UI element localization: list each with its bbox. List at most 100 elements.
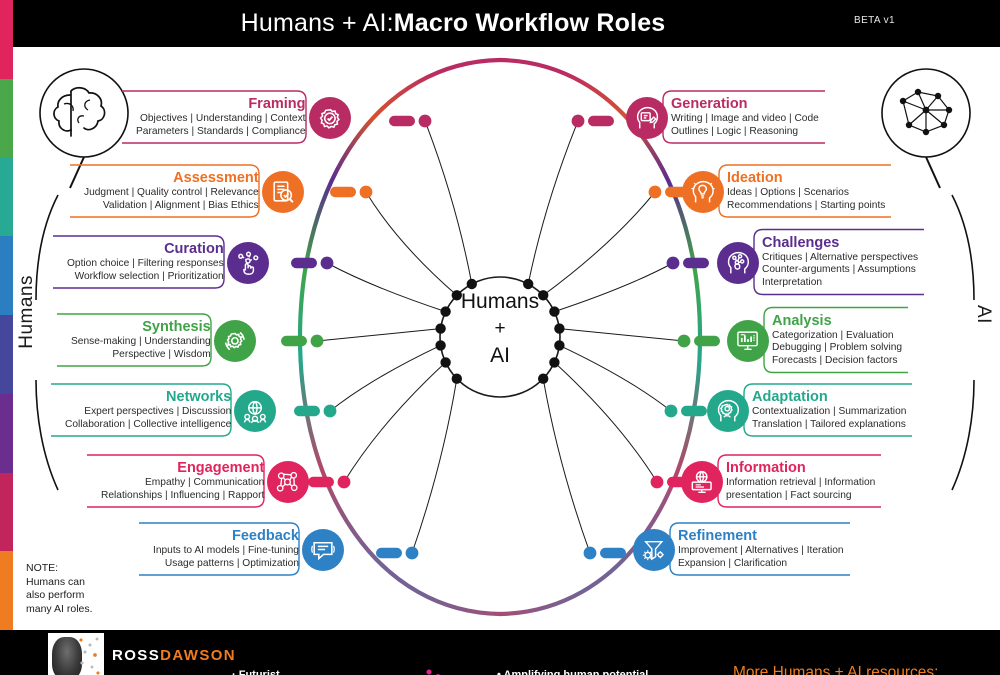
ai-role-generation-badge[interactable]: [626, 97, 668, 139]
human-role-assessment-name: Assessment: [173, 170, 259, 186]
ai-role-refinement-desc-1: Improvement | Alternatives | Iteration: [678, 545, 844, 556]
color-strip-segment-6: [0, 393, 13, 473]
connector-ai-2-bar: [683, 257, 709, 269]
ai-role-generation-desc-2: Outlines | Logic | Reasoning: [671, 125, 799, 137]
head-branch-icon: [727, 251, 750, 274]
ai-role-adaptation-name: Adaptation: [752, 389, 828, 405]
connector-ai-6-dot: [583, 546, 597, 560]
human-role-framing-desc-1: Objectives | Understanding | Context: [139, 113, 306, 124]
human-role-networks-badge[interactable]: [234, 390, 276, 432]
connector-human-4-dot: [323, 404, 337, 418]
ai-role-generation-desc-1: Writing | Image and video | Code: [671, 113, 819, 124]
connector-ai-3-dot: [677, 334, 691, 348]
ai-role-information-text: Information Information retrieval | Infor…: [726, 460, 875, 502]
human-role-engagement-name: Engagement: [177, 460, 265, 476]
human-role-feedback-badge[interactable]: [302, 529, 344, 571]
human-role-synthesis-name: Synthesis: [142, 319, 211, 335]
footer-bar: ROSSDAWSON · Futurist · Keynote speaker …: [0, 630, 1000, 675]
ai-role-ideation-desc-1: Ideas | Options | Scenarios: [727, 187, 849, 198]
ai-role-adaptation-text: Adaptation Contextualization | Summarizat…: [752, 389, 906, 431]
ai-role-generation-name: Generation: [671, 96, 748, 112]
connector-ai-3-bar: [694, 335, 720, 347]
ai-role-information-desc-1: Information retrieval | Information: [726, 477, 876, 488]
human-role-synthesis-desc-1: Sense-making | Understanding: [71, 336, 211, 347]
ai-role-ideation-name: Ideation: [727, 170, 783, 186]
color-strip-segment-1: [0, 0, 13, 79]
spoke: [527, 120, 579, 285]
human-role-curation-text: Curation Option choice | Filtering respon…: [67, 241, 224, 283]
ai-role-adaptation-badge[interactable]: [707, 390, 749, 432]
ai-role-analysis-name: Analysis: [772, 312, 832, 329]
spoke: [559, 328, 685, 342]
human-role-feedback-desc-2: Usage patterns | Optimization: [164, 557, 299, 569]
bracket-ai-bottom: [951, 379, 975, 491]
connector-human-0-dot: [418, 114, 432, 128]
page-title: Humans + AI: Macro Workflow Roles: [13, 0, 893, 47]
ai-role-information-badge[interactable]: [681, 461, 723, 503]
ai-role-refinement-text: Refinement Improvement | Alternatives | I…: [678, 528, 844, 570]
connector-human-3-bar: [281, 335, 307, 347]
human-role-framing-desc-2: Parameters | Standards | Compliance: [136, 125, 306, 137]
connected-people-icon: [276, 471, 298, 492]
human-role-feedback-name: Feedback: [232, 528, 299, 544]
color-strip-segment-7: [0, 472, 13, 552]
human-role-engagement-desc-1: Empathy | Communication: [145, 477, 265, 488]
ai-role-challenges-desc-2: Counter-arguments | Assumptions: [762, 264, 916, 276]
funnel-gear-icon: [642, 540, 664, 561]
connector-ai-4-bar: [681, 405, 707, 417]
connector-ai-6-bar: [600, 547, 626, 559]
connector-human-1-dot: [359, 185, 373, 199]
human-role-synthesis-desc-2: Perspective | Wisdom: [112, 348, 211, 360]
ai-network-icon: [881, 68, 971, 189]
connector-human-1-bar: [330, 186, 356, 198]
ai-role-adaptation-desc-1: Contextualization | Summarization: [752, 406, 907, 417]
footer-bullets-left: · Futurist · Keynote speaker · Strategy …: [232, 668, 327, 675]
note-line-2: Humans can: [26, 575, 85, 588]
head-gear-icon: [717, 399, 740, 422]
side-label-ai: AI: [973, 305, 994, 324]
center-line-3: AI: [490, 344, 510, 367]
spoke: [365, 191, 458, 296]
human-role-framing-name: Framing: [248, 96, 306, 112]
speech-document-icon: [311, 541, 335, 561]
ai-role-refinement-desc-2: Expansion | Clarification: [678, 557, 788, 569]
spoke: [329, 344, 441, 412]
human-role-feedback-desc-1: Inputs to AI models | Fine-tuning: [153, 545, 299, 556]
ai-role-analysis-desc-2: Debugging | Problem solving: [772, 342, 903, 354]
human-role-engagement-text: Engagement Empathy | Communication Relatio…: [101, 460, 264, 502]
human-role-assessment-badge[interactable]: [262, 171, 304, 213]
human-role-engagement-badge[interactable]: [267, 461, 309, 503]
ai-role-analysis-text: Analysis Categorization | Evaluation Debug…: [772, 313, 902, 368]
center-line-1: Humans: [460, 290, 540, 313]
ai-role-adaptation-desc-2: Translation | Tailored explanations: [752, 418, 906, 430]
title-light: Humans + AI:: [240, 9, 394, 37]
ai-role-refinement-badge[interactable]: [633, 529, 675, 571]
color-strip-segment-3: [0, 157, 13, 237]
human-role-curation-badge[interactable]: [227, 242, 269, 284]
human-role-networks-text: Networks Expert perspectives | Discussion…: [65, 389, 231, 431]
spoke: [343, 362, 446, 483]
brand-dawson: DAWSON: [160, 647, 237, 664]
spoke: [411, 378, 458, 554]
spoke: [559, 344, 672, 412]
gear-check-icon: [319, 108, 340, 129]
ai-role-information-desc-2: presentation | Fact sourcing: [726, 489, 852, 501]
ai-role-analysis-badge[interactable]: [727, 320, 769, 362]
ai-role-ideation-badge[interactable]: [682, 171, 724, 213]
ai-role-challenges-badge[interactable]: [717, 242, 759, 284]
human-role-framing-badge[interactable]: [309, 97, 351, 139]
resources-label: More Humans + AI resources:: [733, 664, 939, 675]
note-block: NOTE: Humans can also perform many AI ro…: [26, 562, 93, 616]
ai-role-generation-text: Generation Writing | Image and video | Co…: [671, 96, 819, 138]
connector-human-2-dot: [320, 256, 334, 270]
spoke: [316, 328, 441, 342]
left-color-strip: [0, 0, 13, 630]
human-role-synthesis-badge[interactable]: [214, 320, 256, 362]
note-line-1: NOTE:: [26, 562, 59, 574]
brand-ross: ROSS: [112, 647, 161, 664]
human-role-networks-desc-1: Expert perspectives | Discussion: [84, 406, 232, 417]
side-label-humans: Humans: [16, 275, 37, 349]
color-strip-segment-5: [0, 315, 13, 394]
connector-human-5-bar: [308, 476, 334, 488]
center-hub-label: Humans + AI: [440, 288, 560, 369]
